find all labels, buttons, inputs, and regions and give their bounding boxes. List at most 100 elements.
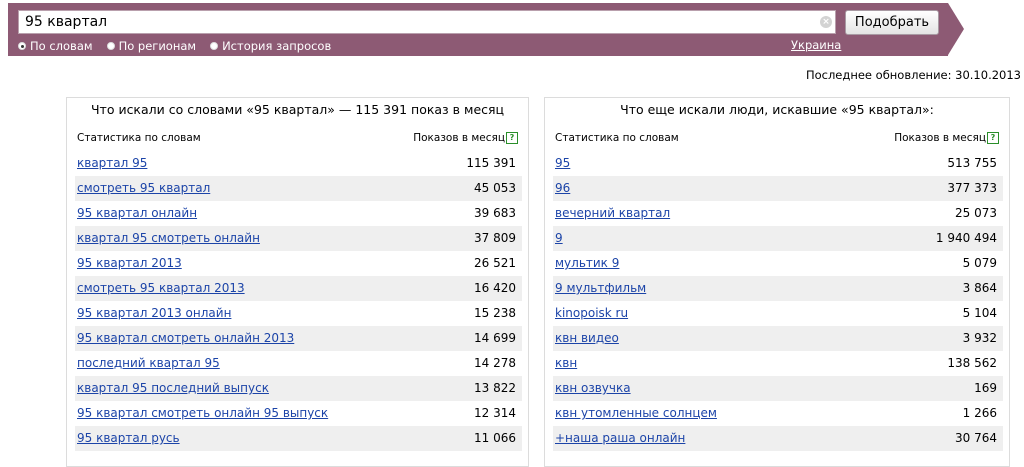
impressions-count: 14 699 (474, 331, 516, 345)
column-header-query: Статистика по словам (77, 132, 201, 144)
query-link[interactable]: 95 квартал онлайн (77, 206, 197, 220)
search-bar: × Подобрать По словам По регионам Истори… (8, 3, 948, 56)
impressions-count: 12 314 (474, 406, 516, 420)
table-row: квн утомленные солнцем 1 266 (553, 401, 1003, 426)
table-row: 95 квартал 2013 26 521 (75, 251, 522, 276)
table-row: 9 мультфильм 3 864 (553, 276, 1003, 301)
query-link[interactable]: 9 мультфильм (555, 281, 646, 295)
table-row: 95 квартал 2013 онлайн 15 238 (75, 301, 522, 326)
query-link[interactable]: 95 квартал 2013 онлайн (77, 306, 231, 320)
column-header-count-label: Показов в месяц (413, 132, 505, 144)
table-row: квартал 95 смотреть онлайн 37 809 (75, 226, 522, 251)
table-row: kinopoisk ru 5 104 (553, 301, 1003, 326)
impressions-count: 115 391 (466, 156, 516, 170)
query-link[interactable]: квн утомленные солнцем (555, 406, 717, 420)
impressions-count: 1 940 494 (935, 231, 997, 245)
table-row: 9 1 940 494 (553, 226, 1003, 251)
table-row: +наша раша онлайн 30 764 (553, 426, 1003, 451)
search-input[interactable] (18, 10, 836, 34)
query-link[interactable]: 95 (555, 156, 570, 170)
impressions-count: 11 066 (474, 431, 516, 445)
table-row: квартал 95 последний выпуск 13 822 (75, 376, 522, 401)
mode-history[interactable]: История запросов (210, 39, 331, 53)
clear-icon[interactable]: × (820, 16, 832, 28)
query-link[interactable]: вечерний квартал (555, 206, 670, 220)
impressions-count: 16 420 (474, 281, 516, 295)
query-link[interactable]: 9 (555, 231, 563, 245)
mode-by-words[interactable]: По словам (18, 39, 93, 53)
words-table: квартал 95 115 391 смотреть 95 квартал 45 0… (75, 151, 522, 451)
impressions-count: 513 755 (947, 156, 997, 170)
query-link[interactable]: смотреть 95 квартал 2013 (77, 281, 245, 295)
query-link[interactable]: квн озвучка (555, 381, 631, 395)
query-link[interactable]: 95 квартал смотреть онлайн 95 выпуск (77, 406, 328, 420)
column-header-query: Статистика по словам (555, 132, 679, 144)
impressions-count: 377 373 (947, 181, 997, 195)
mode-by-regions[interactable]: По регионам (106, 39, 196, 53)
mode-label: По словам (30, 39, 93, 53)
impressions-count: 39 683 (474, 206, 516, 220)
query-link[interactable]: kinopoisk ru (555, 306, 628, 320)
impressions-count: 3 932 (962, 331, 997, 345)
impressions-count: 15 238 (474, 306, 516, 320)
search-mode-group: По словам По регионам История запросов (18, 39, 345, 53)
table-row: квн видео 3 932 (553, 326, 1003, 351)
radio-checked-icon[interactable] (18, 42, 26, 50)
query-link[interactable]: квартал 95 последний выпуск (77, 381, 269, 395)
mode-label: История запросов (222, 39, 332, 53)
query-link[interactable]: квн (555, 356, 577, 370)
query-link[interactable]: смотреть 95 квартал (77, 181, 210, 195)
impressions-count: 138 562 (947, 356, 997, 370)
last-update: Последнее обновление: 30.10.2013 (805, 68, 1021, 82)
query-link[interactable]: квартал 95 смотреть онлайн (77, 231, 260, 245)
submit-button[interactable]: Подобрать (845, 10, 939, 35)
query-link[interactable]: квн видео (555, 331, 619, 345)
help-icon[interactable]: ? (506, 132, 518, 144)
table-header: Статистика по словам Показов в месяц? (77, 132, 518, 146)
column-header-count: Показов в месяц? (413, 132, 518, 144)
query-link[interactable]: 95 квартал смотреть онлайн 2013 (77, 331, 294, 345)
table-row: 96 377 373 (553, 176, 1003, 201)
table-row: 95 квартал смотреть онлайн 2013 14 699 (75, 326, 522, 351)
query-link[interactable]: +наша раша онлайн (555, 431, 685, 445)
panel-title: Что еще искали люди, искавшие «95 кварта… (620, 102, 934, 117)
column-header-count: Показов в месяц? (894, 132, 999, 144)
impressions-count: 5 079 (962, 256, 997, 270)
impressions-count: 14 278 (474, 356, 516, 370)
region-link[interactable]: Украина (791, 38, 841, 52)
table-row: квартал 95 115 391 (75, 151, 522, 176)
impressions-count: 25 073 (955, 206, 997, 220)
radio-icon[interactable] (210, 42, 219, 50)
related-table: 95 513 755 96 377 373 вечерний квартал 25 073… (553, 151, 1003, 451)
impressions-count: 30 764 (955, 431, 997, 445)
impressions-count: 26 521 (474, 256, 516, 270)
table-row: смотреть 95 квартал 45 053 (75, 176, 522, 201)
radio-icon[interactable] (106, 42, 115, 50)
table-row: 95 квартал смотреть онлайн 95 выпуск 12 3… (75, 401, 522, 426)
table-row: мультик 9 5 079 (553, 251, 1003, 276)
help-icon[interactable]: ? (987, 132, 999, 144)
search-bar-arrow (948, 3, 964, 55)
impressions-count: 45 053 (474, 181, 516, 195)
query-link[interactable]: мультик 9 (555, 256, 619, 270)
panel-title: Что искали со словами «95 квартал» — 115… (90, 102, 505, 117)
table-row: смотреть 95 квартал 2013 16 420 (75, 276, 522, 301)
query-link[interactable]: 95 квартал 2013 (77, 256, 182, 270)
impressions-count: 3 864 (962, 281, 997, 295)
query-link[interactable]: 96 (555, 181, 570, 195)
query-link[interactable]: 95 квартал русь (77, 431, 180, 445)
impressions-count: 5 104 (962, 306, 997, 320)
query-link[interactable]: последний квартал 95 (77, 356, 220, 370)
table-header: Статистика по словам Показов в месяц? (555, 132, 999, 146)
related-stats-panel: Что еще искали люди, искавшие «95 кварта… (544, 97, 1010, 467)
impressions-count: 13 822 (474, 381, 516, 395)
impressions-count: 1 266 (962, 406, 997, 420)
table-row: квн 138 562 (553, 351, 1003, 376)
table-row: 95 квартал онлайн 39 683 (75, 201, 522, 226)
table-row: 95 513 755 (553, 151, 1003, 176)
query-link[interactable]: квартал 95 (77, 156, 147, 170)
impressions-count: 37 809 (474, 231, 516, 245)
table-row: 95 квартал русь 11 066 (75, 426, 522, 451)
table-row: квн озвучка 169 (553, 376, 1003, 401)
words-stats-panel: Что искали со словами «95 квартал» — 115… (66, 97, 529, 467)
